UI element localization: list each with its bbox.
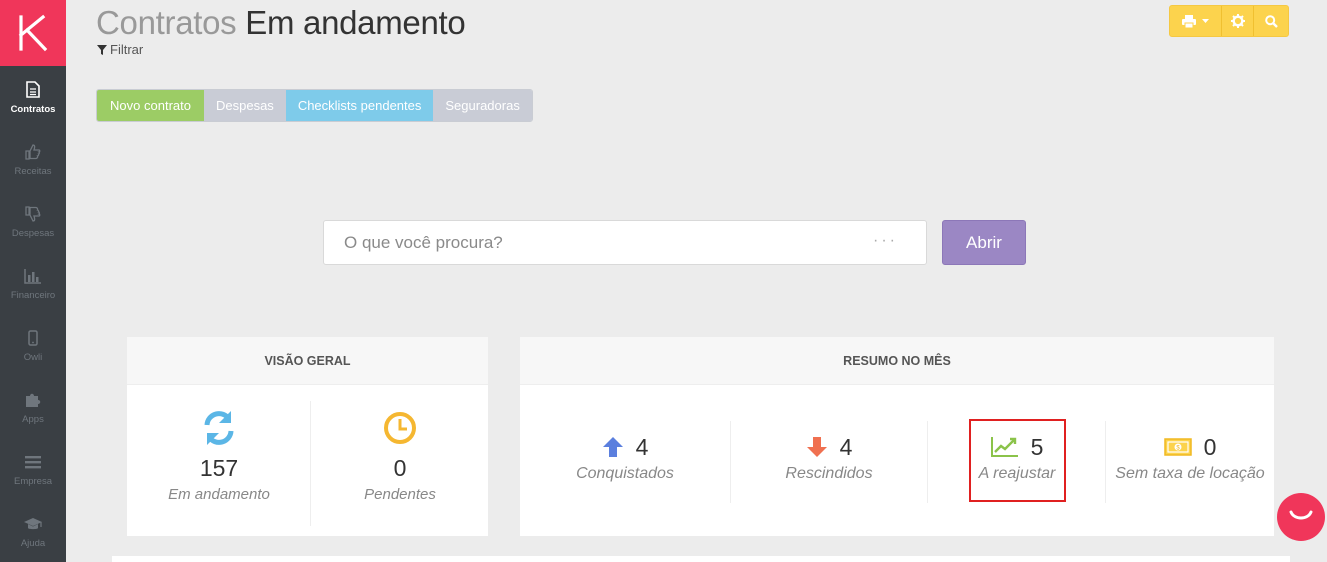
month-summary-title: RESUMO NO MÊS <box>520 337 1274 385</box>
stat-conquistados[interactable]: 4 Conquistados <box>565 432 685 483</box>
stat-value: 4 <box>635 433 649 460</box>
page-title-status: Em andamento <box>245 4 466 41</box>
stat-a-reajustar[interactable]: 5 A reajustar <box>957 432 1077 483</box>
overview-title: VISÃO GERAL <box>127 337 488 385</box>
stat-value: 5 <box>1030 433 1044 460</box>
filter-icon <box>97 44 107 55</box>
sidebar-item-owli[interactable]: Owli <box>0 314 66 376</box>
divider <box>310 401 311 526</box>
sidebar-item-receitas[interactable]: Receitas <box>0 128 66 190</box>
more-options-icon[interactable]: ··· <box>873 232 898 250</box>
search-container: ··· <box>323 220 927 265</box>
sidebar-item-label: Despesas <box>11 227 55 239</box>
sidebar-item-label: Empresa <box>13 475 52 487</box>
sidebar-item-ajuda[interactable]: Ajuda <box>0 500 66 562</box>
sidebar-item-label: Owli <box>23 351 43 363</box>
divider <box>730 421 731 503</box>
filter-label: Filtrar <box>110 42 144 57</box>
stat-label: A reajustar <box>978 465 1056 482</box>
stat-pendentes[interactable]: 0 Pendentes <box>340 409 460 503</box>
money-icon: $ <box>1163 438 1192 456</box>
gear-icon <box>1230 14 1245 28</box>
stat-label: Sem taxa de locação <box>1115 465 1265 482</box>
tab-novo-contrato[interactable]: Novo contrato <box>97 90 204 121</box>
arrow-up-icon <box>602 437 623 457</box>
stat-value: 0 <box>393 455 407 481</box>
print-button[interactable] <box>1170 6 1222 36</box>
sidebar-item-contratos[interactable]: Contratos <box>0 66 66 128</box>
sidebar-item-label: Apps <box>22 413 44 425</box>
sidebar-item-label: Ajuda <box>20 537 46 549</box>
sidebar-item-despesas[interactable]: Despesas <box>0 190 66 252</box>
search-icon <box>1264 14 1278 28</box>
settings-button[interactable] <box>1222 6 1254 36</box>
stat-label: Pendentes <box>364 486 436 503</box>
sidebar-item-empresa[interactable]: Empresa <box>0 438 66 500</box>
app-logo[interactable] <box>0 0 66 66</box>
chat-button[interactable] <box>1277 493 1325 541</box>
sidebar-item-label: Contratos <box>10 103 56 115</box>
sidebar-item-label: Receitas <box>14 165 52 177</box>
tab-seguradoras[interactable]: Seguradoras <box>433 90 532 121</box>
chevron-down-icon <box>1202 18 1209 23</box>
sidebar: Contratos Receitas Despesas Financeiro O… <box>0 0 66 562</box>
top-toolbar <box>1169 5 1289 37</box>
stat-value: 4 <box>839 433 853 460</box>
filter-link[interactable]: Filtrar <box>97 42 143 57</box>
divider <box>927 421 928 503</box>
stat-em-andamento[interactable]: 157 Em andamento <box>159 409 279 503</box>
bar-chart-icon <box>23 266 43 286</box>
divider <box>1105 421 1106 503</box>
search-button[interactable] <box>1254 6 1288 36</box>
page-title: Contratos Em andamento <box>96 4 466 42</box>
document-icon <box>23 80 43 100</box>
thumbs-down-icon <box>23 204 43 224</box>
search-input[interactable] <box>324 221 844 264</box>
stat-sem-taxa-locacao[interactable]: $ 0 Sem taxa de locação <box>1115 432 1265 483</box>
stat-value: 157 <box>199 455 239 481</box>
stat-label: Conquistados <box>576 465 674 482</box>
k-logo-icon <box>18 14 48 52</box>
stat-value: 0 <box>1203 433 1217 460</box>
trend-chart-icon <box>990 437 1018 457</box>
stat-rescindidos[interactable]: 4 Rescindidos <box>769 432 889 483</box>
open-button[interactable]: Abrir <box>942 220 1026 265</box>
refresh-icon <box>204 411 234 445</box>
tab-despesas[interactable]: Despesas <box>204 90 286 121</box>
stat-label: Em andamento <box>168 486 270 503</box>
stat-label: Rescindidos <box>785 465 873 482</box>
tab-checklists-pendentes[interactable]: Checklists pendentes <box>285 90 434 121</box>
thumbs-up-icon <box>23 142 43 162</box>
puzzle-icon <box>23 390 43 410</box>
action-tabs: Novo contrato Despesas Checklists penden… <box>96 89 533 122</box>
arrow-down-icon <box>806 437 827 457</box>
clock-icon <box>384 412 416 444</box>
sidebar-item-financeiro[interactable]: Financeiro <box>0 252 66 314</box>
printer-icon <box>1182 14 1196 28</box>
chat-icon <box>1289 510 1313 520</box>
mobile-icon <box>23 328 43 348</box>
sidebar-item-label: Financeiro <box>10 289 56 301</box>
sidebar-item-apps[interactable]: Apps <box>0 376 66 438</box>
next-card-edge <box>112 556 1290 562</box>
page-title-section: Contratos <box>96 4 237 41</box>
menu-icon <box>23 452 43 472</box>
graduation-cap-icon <box>23 514 43 534</box>
